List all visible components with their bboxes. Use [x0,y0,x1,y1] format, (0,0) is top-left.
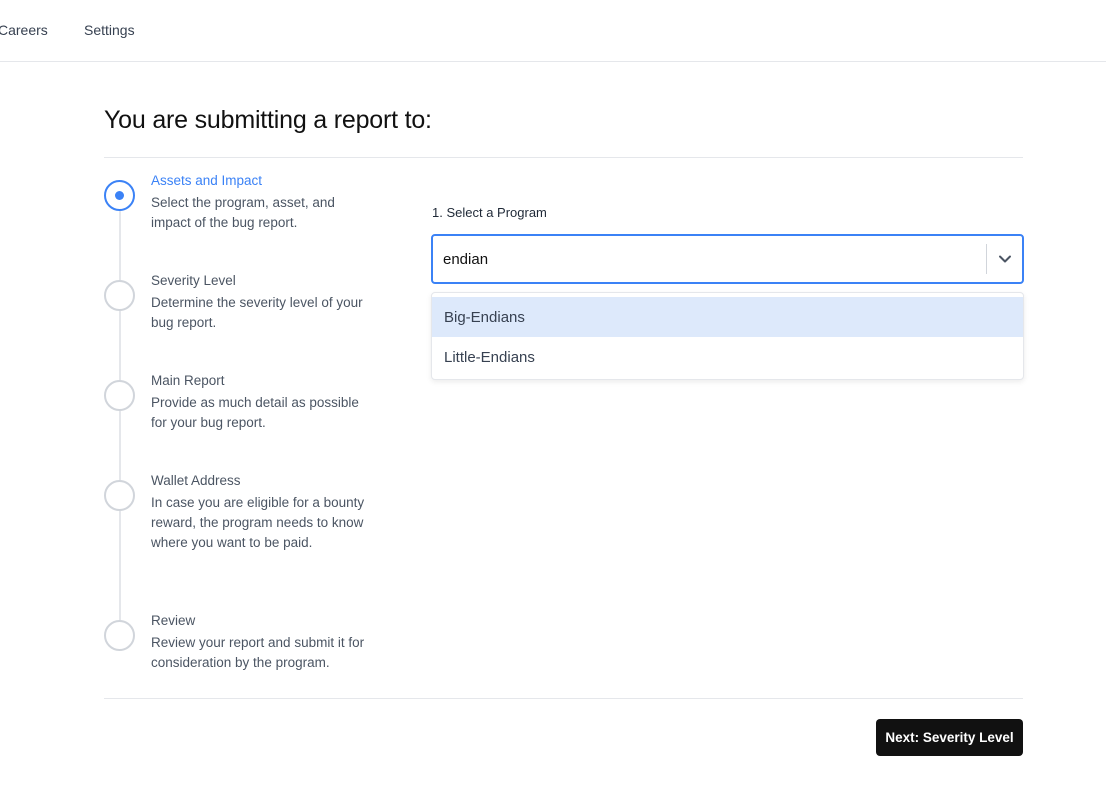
top-navigation: Careers Settings [0,0,1106,62]
program-option-little-endians[interactable]: Little-Endians [432,337,1023,377]
step-title: Review [151,613,196,628]
nav-link-careers[interactable]: Careers [0,22,48,38]
step-description: Review your report and submit it for con… [151,635,365,670]
step-description: Select the program, asset, and impact of… [151,195,335,230]
program-select[interactable] [431,234,1024,284]
step-title: Wallet Address [151,473,241,488]
step-indicator-icon [104,380,135,411]
step-description: In case you are eligible for a bounty re… [151,495,365,550]
program-option-big-endians[interactable]: Big-Endians [432,297,1023,337]
footer-divider [104,698,1023,699]
next-button[interactable]: Next: Severity Level [876,719,1023,756]
nav-link-settings[interactable]: Settings [84,22,135,38]
step-indicator-icon [104,480,135,511]
program-search-input[interactable] [443,248,973,270]
step-indicator-active-icon [104,180,135,211]
page-title: You are submitting a report to: [104,106,432,134]
step-title: Severity Level [151,273,236,288]
step-description: Determine the severity level of your bug… [151,295,363,330]
header-divider [104,157,1023,158]
step-description: Provide as much detail as possible for y… [151,395,359,430]
step-indicator-icon [104,620,135,651]
chevron-down-icon[interactable] [987,236,1023,282]
program-select-label: 1. Select a Program [432,205,547,220]
step-indicator-icon [104,280,135,311]
step-title: Main Report [151,373,225,388]
stepper-line [119,210,121,634]
step-title: Assets and Impact [151,173,263,188]
program-dropdown-menu: Big-Endians Little-Endians [431,292,1024,380]
